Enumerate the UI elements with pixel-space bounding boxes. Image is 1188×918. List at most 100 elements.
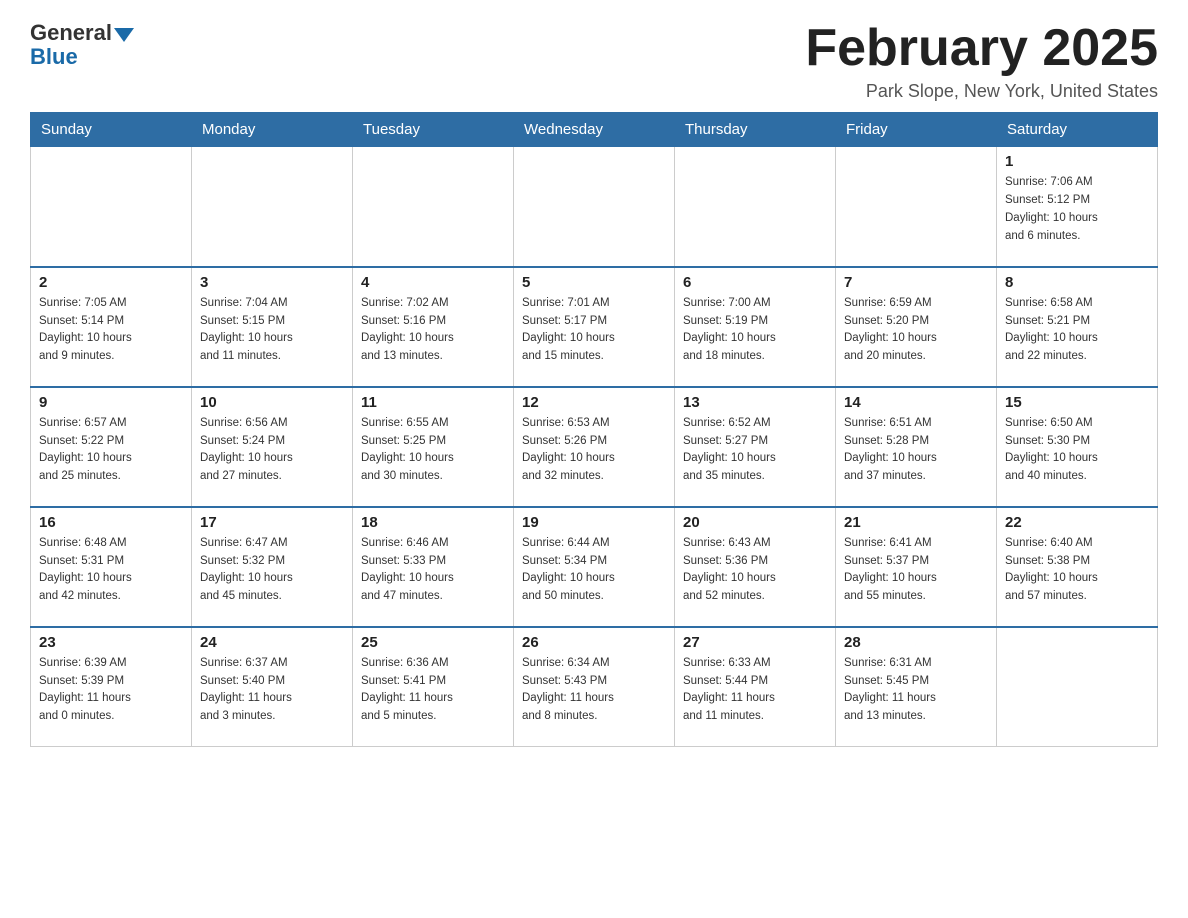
day-info: Sunrise: 6:41 AMSunset: 5:37 PMDaylight:… xyxy=(844,535,988,606)
day-number: 3 xyxy=(200,274,344,291)
day-info: Sunrise: 6:43 AMSunset: 5:36 PMDaylight:… xyxy=(683,535,827,606)
day-info: Sunrise: 7:01 AMSunset: 5:17 PMDaylight:… xyxy=(522,295,666,366)
calendar-cell: 7 Sunrise: 6:59 AMSunset: 5:20 PMDaylight… xyxy=(836,267,997,387)
day-number: 23 xyxy=(39,634,183,651)
day-info: Sunrise: 6:44 AMSunset: 5:34 PMDaylight:… xyxy=(522,535,666,606)
day-number: 17 xyxy=(200,514,344,531)
calendar-week-row: 23 Sunrise: 6:39 AMSunset: 5:39 PMDayligh… xyxy=(31,627,1158,747)
calendar-cell: 3 Sunrise: 7:04 AMSunset: 5:15 PMDaylight… xyxy=(192,267,353,387)
day-info: Sunrise: 7:00 AMSunset: 5:19 PMDaylight:… xyxy=(683,295,827,366)
day-number: 1 xyxy=(1005,153,1149,170)
calendar-cell xyxy=(31,147,192,267)
calendar-cell: 1Sunrise: 7:06 AMSunset: 5:12 PMDaylight… xyxy=(997,147,1158,267)
day-info: Sunrise: 6:59 AMSunset: 5:20 PMDaylight:… xyxy=(844,295,988,366)
day-number: 9 xyxy=(39,394,183,411)
logo: General Blue xyxy=(30,20,134,70)
weekday-header-tuesday: Tuesday xyxy=(353,113,514,147)
day-info: Sunrise: 6:50 AMSunset: 5:30 PMDaylight:… xyxy=(1005,415,1149,486)
day-number: 12 xyxy=(522,394,666,411)
day-info: Sunrise: 6:48 AMSunset: 5:31 PMDaylight:… xyxy=(39,535,183,606)
calendar-cell xyxy=(192,147,353,267)
day-number: 20 xyxy=(683,514,827,531)
day-number: 15 xyxy=(1005,394,1149,411)
calendar-cell xyxy=(836,147,997,267)
day-number: 18 xyxy=(361,514,505,531)
calendar-cell: 15 Sunrise: 6:50 AMSunset: 5:30 PMDayligh… xyxy=(997,387,1158,507)
weekday-header-thursday: Thursday xyxy=(675,113,836,147)
calendar-cell: 18 Sunrise: 6:46 AMSunset: 5:33 PMDayligh… xyxy=(353,507,514,627)
day-info: Sunrise: 6:55 AMSunset: 5:25 PMDaylight:… xyxy=(361,415,505,486)
calendar-cell xyxy=(997,627,1158,747)
logo-general: General xyxy=(30,20,134,46)
calendar-cell: 27 Sunrise: 6:33 AMSunset: 5:44 PMDayligh… xyxy=(675,627,836,747)
day-info: Sunrise: 6:34 AMSunset: 5:43 PMDaylight:… xyxy=(522,655,666,726)
day-info: Sunrise: 6:58 AMSunset: 5:21 PMDaylight:… xyxy=(1005,295,1149,366)
day-number: 28 xyxy=(844,634,988,651)
day-info: Sunrise: 6:47 AMSunset: 5:32 PMDaylight:… xyxy=(200,535,344,606)
calendar-cell: 6 Sunrise: 7:00 AMSunset: 5:19 PMDaylight… xyxy=(675,267,836,387)
day-number: 24 xyxy=(200,634,344,651)
logo-arrow-icon xyxy=(114,28,134,42)
calendar-week-row: 2Sunrise: 7:05 AMSunset: 5:14 PMDaylight… xyxy=(31,267,1158,387)
calendar-cell: 16 Sunrise: 6:48 AMSunset: 5:31 PMDayligh… xyxy=(31,507,192,627)
calendar-cell: 13Sunrise: 6:52 AMSunset: 5:27 PMDayligh… xyxy=(675,387,836,507)
day-number: 2 xyxy=(39,274,183,291)
calendar-cell: 12 Sunrise: 6:53 AMSunset: 5:26 PMDayligh… xyxy=(514,387,675,507)
day-number: 7 xyxy=(844,274,988,291)
day-number: 5 xyxy=(522,274,666,291)
calendar-cell: 14 Sunrise: 6:51 AMSunset: 5:28 PMDayligh… xyxy=(836,387,997,507)
calendar-cell: 20 Sunrise: 6:43 AMSunset: 5:36 PMDayligh… xyxy=(675,507,836,627)
calendar-week-row: 16 Sunrise: 6:48 AMSunset: 5:31 PMDayligh… xyxy=(31,507,1158,627)
day-number: 26 xyxy=(522,634,666,651)
day-info: Sunrise: 6:56 AMSunset: 5:24 PMDaylight:… xyxy=(200,415,344,486)
day-info: Sunrise: 6:40 AMSunset: 5:38 PMDaylight:… xyxy=(1005,535,1149,606)
calendar-cell: 11 Sunrise: 6:55 AMSunset: 5:25 PMDayligh… xyxy=(353,387,514,507)
calendar-cell: 25 Sunrise: 6:36 AMSunset: 5:41 PMDayligh… xyxy=(353,627,514,747)
day-number: 11 xyxy=(361,394,505,411)
calendar-cell xyxy=(675,147,836,267)
calendar-table: SundayMondayTuesdayWednesdayThursdayFrid… xyxy=(30,112,1158,747)
day-number: 8 xyxy=(1005,274,1149,291)
calendar-cell: 5 Sunrise: 7:01 AMSunset: 5:17 PMDaylight… xyxy=(514,267,675,387)
day-number: 19 xyxy=(522,514,666,531)
day-number: 6 xyxy=(683,274,827,291)
calendar-cell: 26 Sunrise: 6:34 AMSunset: 5:43 PMDayligh… xyxy=(514,627,675,747)
logo-blue: Blue xyxy=(30,44,78,70)
day-info: Sunrise: 6:39 AMSunset: 5:39 PMDaylight:… xyxy=(39,655,183,726)
day-info: Sunrise: 6:51 AMSunset: 5:28 PMDaylight:… xyxy=(844,415,988,486)
weekday-header-monday: Monday xyxy=(192,113,353,147)
calendar-cell: 8 Sunrise: 6:58 AMSunset: 5:21 PMDaylight… xyxy=(997,267,1158,387)
calendar-cell: 19 Sunrise: 6:44 AMSunset: 5:34 PMDayligh… xyxy=(514,507,675,627)
day-info: Sunrise: 6:36 AMSunset: 5:41 PMDaylight:… xyxy=(361,655,505,726)
day-info: Sunrise: 6:53 AMSunset: 5:26 PMDaylight:… xyxy=(522,415,666,486)
calendar-week-row: 9 Sunrise: 6:57 AMSunset: 5:22 PMDaylight… xyxy=(31,387,1158,507)
day-number: 21 xyxy=(844,514,988,531)
day-info: Sunrise: 6:31 AMSunset: 5:45 PMDaylight:… xyxy=(844,655,988,726)
day-info: Sunrise: 7:02 AMSunset: 5:16 PMDaylight:… xyxy=(361,295,505,366)
calendar-cell: 10Sunrise: 6:56 AMSunset: 5:24 PMDayligh… xyxy=(192,387,353,507)
title-block: February 2025 Park Slope, New York, Unit… xyxy=(805,20,1158,102)
day-number: 16 xyxy=(39,514,183,531)
day-number: 25 xyxy=(361,634,505,651)
calendar-cell: 22 Sunrise: 6:40 AMSunset: 5:38 PMDayligh… xyxy=(997,507,1158,627)
day-number: 27 xyxy=(683,634,827,651)
weekday-header-saturday: Saturday xyxy=(997,113,1158,147)
weekday-header-friday: Friday xyxy=(836,113,997,147)
day-info: Sunrise: 6:33 AMSunset: 5:44 PMDaylight:… xyxy=(683,655,827,726)
weekday-header-row: SundayMondayTuesdayWednesdayThursdayFrid… xyxy=(31,113,1158,147)
calendar-cell: 2Sunrise: 7:05 AMSunset: 5:14 PMDaylight… xyxy=(31,267,192,387)
day-number: 13 xyxy=(683,394,827,411)
calendar-cell: 24 Sunrise: 6:37 AMSunset: 5:40 PMDayligh… xyxy=(192,627,353,747)
calendar-cell xyxy=(353,147,514,267)
day-info: Sunrise: 6:57 AMSunset: 5:22 PMDaylight:… xyxy=(39,415,183,486)
day-info: Sunrise: 6:46 AMSunset: 5:33 PMDaylight:… xyxy=(361,535,505,606)
weekday-header-wednesday: Wednesday xyxy=(514,113,675,147)
day-number: 14 xyxy=(844,394,988,411)
day-number: 4 xyxy=(361,274,505,291)
day-info: Sunrise: 7:04 AMSunset: 5:15 PMDaylight:… xyxy=(200,295,344,366)
day-number: 22 xyxy=(1005,514,1149,531)
day-info: Sunrise: 6:37 AMSunset: 5:40 PMDaylight:… xyxy=(200,655,344,726)
month-title: February 2025 xyxy=(805,20,1158,77)
calendar-cell: 17 Sunrise: 6:47 AMSunset: 5:32 PMDayligh… xyxy=(192,507,353,627)
calendar-cell: 4 Sunrise: 7:02 AMSunset: 5:16 PMDaylight… xyxy=(353,267,514,387)
